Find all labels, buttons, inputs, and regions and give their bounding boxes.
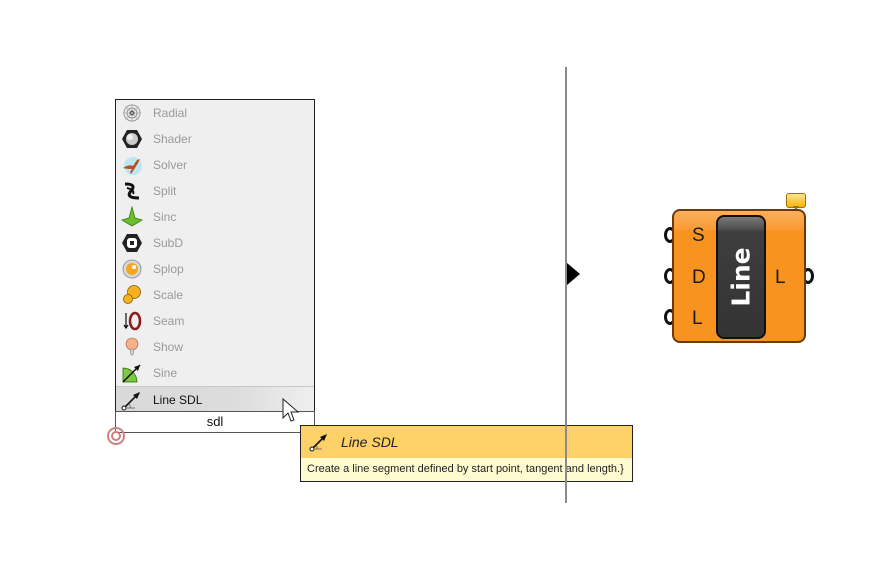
result-label: Sine — [153, 366, 178, 380]
sinc-icon — [121, 206, 143, 228]
target-icon — [105, 425, 127, 452]
subd-icon — [121, 232, 143, 254]
mouse-cursor-icon — [282, 397, 302, 429]
tooltip: Line SDL Create a line segment defined b… — [300, 425, 633, 482]
tooltip-header: Line SDL — [301, 426, 632, 458]
result-label: Split — [153, 184, 177, 198]
canvas-divider — [565, 67, 567, 503]
search-result-sine[interactable]: Sine — [116, 360, 314, 386]
result-label: Scale — [153, 288, 184, 302]
search-result-split[interactable]: Split — [116, 178, 314, 204]
search-results-panel: Radial Shader Solver Split Sinc SubD Spl… — [115, 99, 315, 413]
result-label: Splop — [153, 262, 184, 276]
component-name: Line — [726, 247, 756, 307]
search-result-solver[interactable]: Solver — [116, 152, 314, 178]
message-bubble-icon[interactable] — [786, 193, 806, 210]
split-icon — [121, 180, 143, 202]
result-label: Radial — [153, 106, 188, 120]
search-result-shader[interactable]: Shader — [116, 126, 314, 152]
input-param-d[interactable]: D — [692, 267, 706, 289]
output-param-l[interactable]: L — [775, 267, 786, 289]
search-result-show[interactable]: Show — [116, 334, 314, 360]
result-label: Seam — [153, 314, 185, 328]
result-label: Shader — [153, 132, 192, 146]
search-result-splop[interactable]: Splop — [116, 256, 314, 282]
line-sdl-icon — [121, 389, 143, 411]
scale-icon — [121, 284, 143, 306]
search-result-seam[interactable]: Seam — [116, 308, 314, 334]
shader-icon — [121, 128, 143, 150]
result-label: Sinc — [153, 210, 177, 224]
search-result-sinc[interactable]: Sinc — [116, 204, 314, 230]
splop-icon — [121, 258, 143, 280]
sine-icon — [121, 362, 143, 384]
search-result-radial[interactable]: Radial — [116, 100, 314, 126]
search-result-scale[interactable]: Scale — [116, 282, 314, 308]
input-param-s[interactable]: S — [692, 225, 705, 247]
input-param-l[interactable]: L — [692, 308, 703, 330]
result-label: Show — [153, 340, 184, 354]
search-result-subd[interactable]: SubD — [116, 230, 314, 256]
result-label: SubD — [153, 236, 184, 250]
seam-icon — [121, 310, 143, 332]
show-icon — [121, 336, 143, 358]
line-sdl-icon — [309, 432, 329, 452]
result-label: Solver — [153, 158, 188, 172]
component-name-plate[interactable]: Line — [716, 215, 766, 339]
solver-icon — [121, 154, 143, 176]
tooltip-title: Line SDL — [341, 434, 399, 450]
result-label: Line SDL — [153, 393, 203, 407]
tooltip-description: Create a line segment defined by start p… — [307, 463, 624, 475]
radial-icon — [121, 102, 143, 124]
line-component[interactable]: S D L Line L — [672, 209, 806, 343]
divider-arrow-icon[interactable] — [567, 263, 580, 285]
